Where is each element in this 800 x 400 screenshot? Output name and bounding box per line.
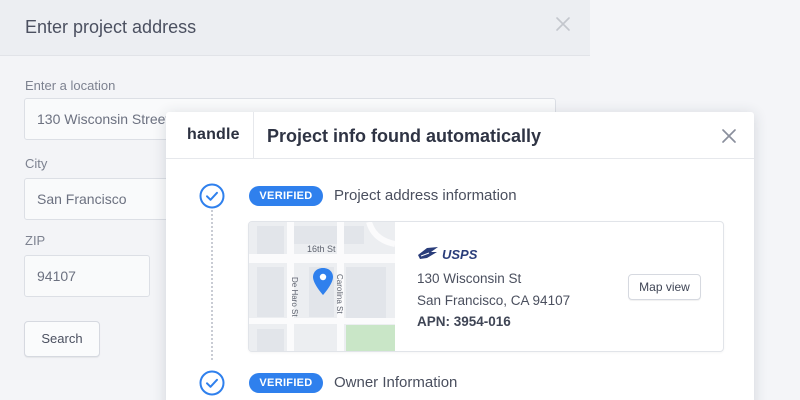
map-view-button[interactable]: Map view <box>628 274 701 300</box>
usps-label: USPS <box>442 247 478 262</box>
verified-badge: VERIFIED <box>249 186 323 206</box>
project-info-header: handle Project info found automatically <box>166 112 754 159</box>
zip-label: ZIP <box>25 233 46 248</box>
address-modal-title: Enter project address <box>25 17 197 37</box>
city-input[interactable]: San Francisco <box>24 178 184 220</box>
map-street-label: Carolina St <box>335 274 344 314</box>
timeline-connector <box>211 210 213 360</box>
step-title-address: Project address information <box>334 187 517 204</box>
map-thumbnail[interactable]: 16th St De Haro St Carolina St <box>249 222 395 352</box>
check-circle-icon <box>199 370 225 396</box>
close-icon[interactable] <box>553 14 573 34</box>
logo-cell: handle <box>166 112 254 159</box>
map-street-label: 16th St <box>307 244 336 254</box>
project-info-modal: handle Project info found automatically … <box>166 112 754 400</box>
step-title-owner: Owner Information <box>334 374 458 391</box>
handle-logo: handle <box>187 126 240 143</box>
location-label: Enter a location <box>25 78 116 93</box>
apn-value: APN: 3954-016 <box>417 314 511 329</box>
map-street-label: De Haro St <box>290 277 299 317</box>
close-icon[interactable] <box>720 127 738 145</box>
project-info-title: Project info found automatically <box>267 126 542 146</box>
address-line-1: 130 Wisconsin St <box>417 271 522 286</box>
park-area <box>346 325 395 351</box>
usps-logo: USPS <box>417 246 477 264</box>
address-modal-header: Enter project address <box>0 0 590 56</box>
usps-eagle-icon <box>418 247 438 259</box>
address-line-2: San Francisco, CA 94107 <box>417 293 571 308</box>
city-label: City <box>25 156 48 171</box>
address-card: 16th St De Haro St Carolina St USPS 130 … <box>248 221 724 352</box>
zip-input[interactable]: 94107 <box>24 255 150 297</box>
search-button[interactable]: Search <box>24 321 100 357</box>
verified-badge: VERIFIED <box>249 373 323 393</box>
check-circle-icon <box>199 183 225 209</box>
